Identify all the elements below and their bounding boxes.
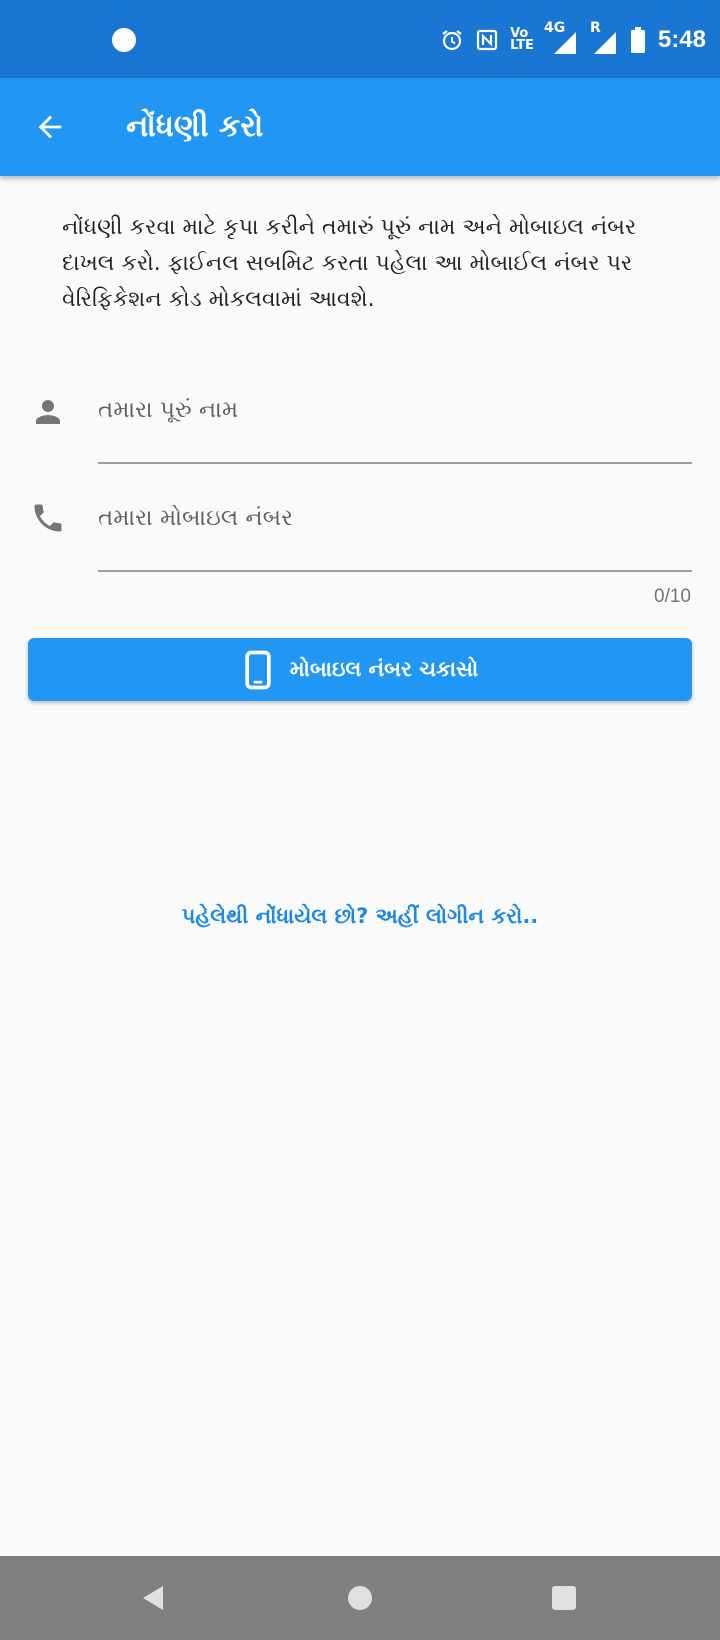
smartphone-icon xyxy=(245,650,271,689)
name-field-row xyxy=(0,380,720,466)
battery-icon xyxy=(630,27,646,53)
verify-button-label: મોબાઇલ નંબર ચકાસો xyxy=(289,657,479,681)
status-bar: Vo LTE 4G R 5:48 xyxy=(0,0,720,78)
system-nav-bar xyxy=(0,1556,720,1640)
nav-back-icon xyxy=(143,1586,163,1610)
mobile-input-underline xyxy=(98,570,692,572)
nav-back-button[interactable] xyxy=(133,1578,173,1618)
character-counter: 0/10 xyxy=(654,586,691,607)
roaming-text: R xyxy=(589,20,601,36)
nav-home-icon xyxy=(348,1586,372,1610)
nav-home-button[interactable] xyxy=(340,1578,380,1618)
phone-icon xyxy=(34,504,62,532)
roaming-signal-icon: R xyxy=(590,21,618,54)
status-icons: Vo LTE 4G R 5:48 xyxy=(440,21,706,58)
alarm-icon xyxy=(440,28,464,52)
login-link[interactable]: પહેલેથી નોંધાયેલ છો? અહીં લોગીન કરો.. xyxy=(0,904,720,929)
name-input-underline xyxy=(98,462,692,464)
mobile-input[interactable] xyxy=(98,498,692,538)
volte-icon: Vo LTE xyxy=(510,27,534,53)
nav-recents-icon xyxy=(552,1586,576,1610)
signal-icon: 4G xyxy=(544,21,578,54)
page-title: નોંધણી કરો xyxy=(126,109,264,144)
verify-mobile-button[interactable]: મોબાઇલ નંબર ચકાસો xyxy=(28,638,692,701)
app-bar: નોંધણી કરો xyxy=(0,78,720,176)
back-button[interactable] xyxy=(26,103,74,151)
person-icon xyxy=(36,400,60,424)
nfc-icon xyxy=(476,29,498,51)
nav-recents-button[interactable] xyxy=(544,1578,584,1618)
name-input[interactable] xyxy=(98,390,692,430)
lte-text: LTE xyxy=(510,38,534,53)
mobile-field-row xyxy=(0,488,720,574)
notification-dot-icon xyxy=(112,28,136,52)
arrow-back-icon xyxy=(38,115,62,139)
network-type: 4G xyxy=(543,20,566,36)
status-time: 5:48 xyxy=(657,26,706,53)
intro-text: નોંધણી કરવા માટે કૃપા કરીને તમારું પૂરું… xyxy=(62,215,637,312)
